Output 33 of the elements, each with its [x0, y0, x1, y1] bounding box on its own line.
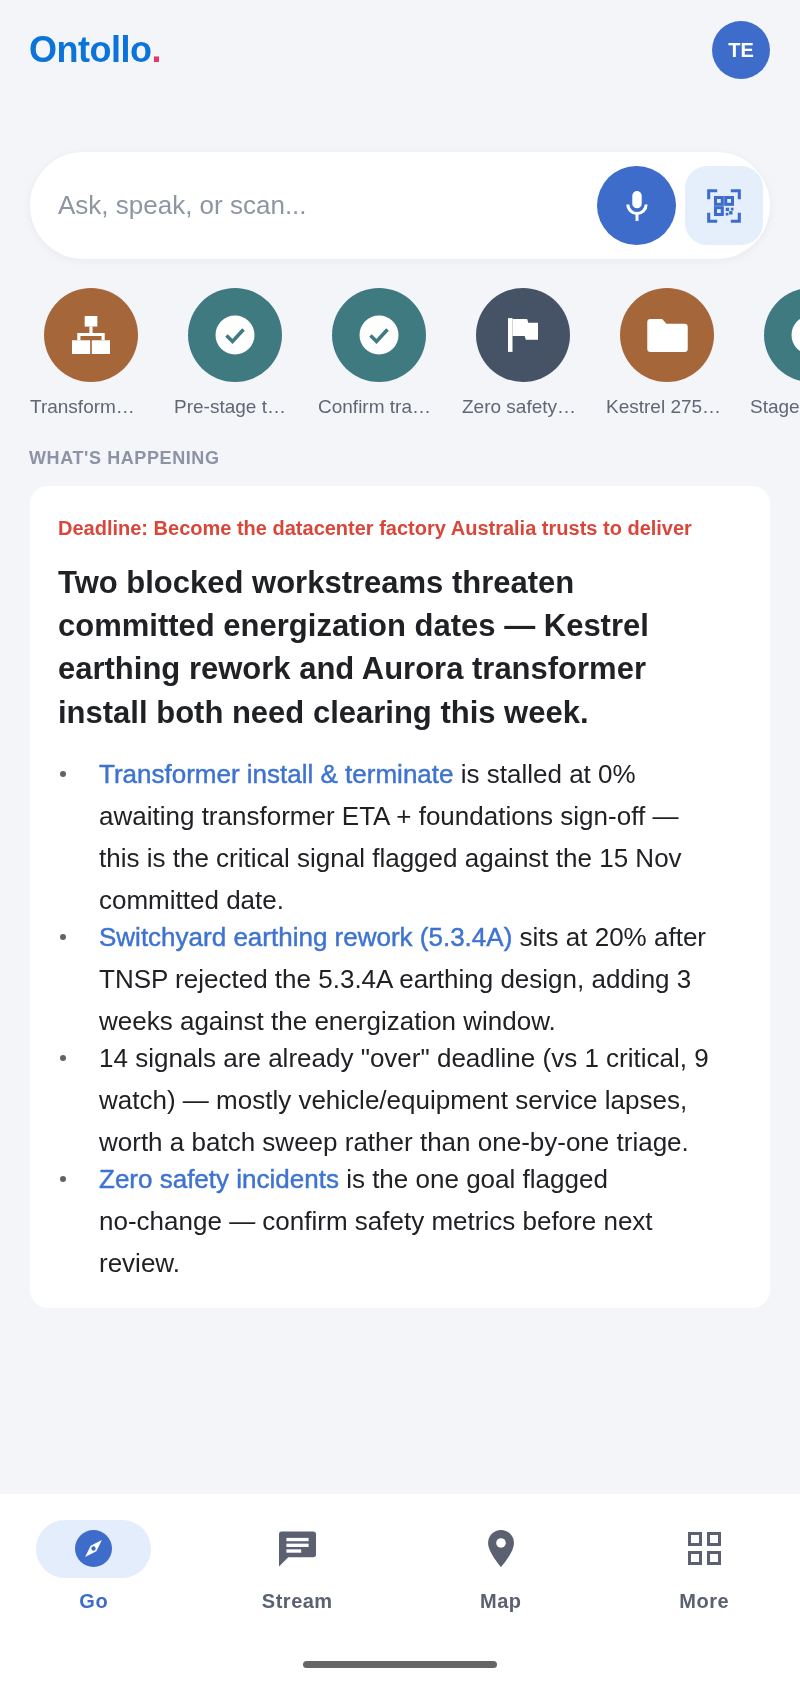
link[interactable]: Switchyard earthing rework (5.3.4A): [99, 922, 513, 953]
headline: Two blocked workstreams threaten committed energization dates — Kestrel earthing rework and Aurora transformer install both need clearing this week.: [58, 563, 650, 732]
nav-tab[interactable]: Go: [36, 1519, 152, 1614]
shortcut-button[interactable]: Confirm tra…: [309, 288, 449, 420]
chat-bubble-icon: [278, 1530, 316, 1567]
microphone-icon: [625, 189, 648, 222]
qr-code-icon: [707, 188, 741, 223]
bullet-icon: [59, 771, 66, 778]
bullet-icon: [59, 1055, 66, 1062]
shortcut-button[interactable]: Pre-stage t…: [165, 288, 305, 420]
avatar[interactable]: TE: [712, 21, 770, 79]
shortcut-button[interactable]: Stage: [741, 288, 800, 420]
nav-tab[interactable]: More: [679, 1519, 730, 1614]
link[interactable]: Transformer install & terminate: [99, 759, 454, 790]
bullet-text: Transformer install & terminate is stalled at 0% awaiting transformer ETA + foundations sign-off — this is the critical signal flagged against the 15 Nov committed date.: [99, 758, 683, 918]
nav-tab[interactable]: Map: [480, 1519, 522, 1614]
logo: Ontollo.: [29, 32, 161, 68]
link[interactable]: Zero safety incidents: [99, 1164, 339, 1195]
bullet-icon: [59, 1176, 66, 1183]
section-title: WHAT'S HAPPENING: [29, 448, 221, 469]
grid-icon: [687, 1532, 721, 1565]
bullet-icon: [59, 934, 66, 941]
search-field[interactable]: Ask, speak, or scan...: [58, 190, 585, 221]
bullet-text: Zero safety incidents is the one goal flagged no-change — confirm safety metrics before next review.: [99, 1163, 654, 1281]
deadline-text: Deadline: Become the datacenter factory Australia trusts to deliver: [58, 515, 693, 541]
shortcut-button[interactable]: Kestrel 275…: [597, 288, 737, 420]
nav-tab[interactable]: Stream: [261, 1519, 333, 1614]
qr-scan-button[interactable]: [685, 166, 763, 245]
shortcut-button[interactable]: Zero safety…: [453, 288, 593, 420]
bullet-text: 14 signals are already "over" deadline (vs 1 critical, 9 watch) — mostly vehicle/equipment service lapses, worth a batch sweep rather than one-by-one triage.: [99, 1042, 710, 1160]
shortcut-button[interactable]: Transform…: [21, 288, 161, 420]
map-pin-icon: [487, 1530, 514, 1567]
bullet-text: Switchyard earthing rework (5.3.4A) sits at 20% after TNSP rejected the 5.3.4A earthing design, adding 3 weeks against the energization window.: [99, 921, 707, 1039]
